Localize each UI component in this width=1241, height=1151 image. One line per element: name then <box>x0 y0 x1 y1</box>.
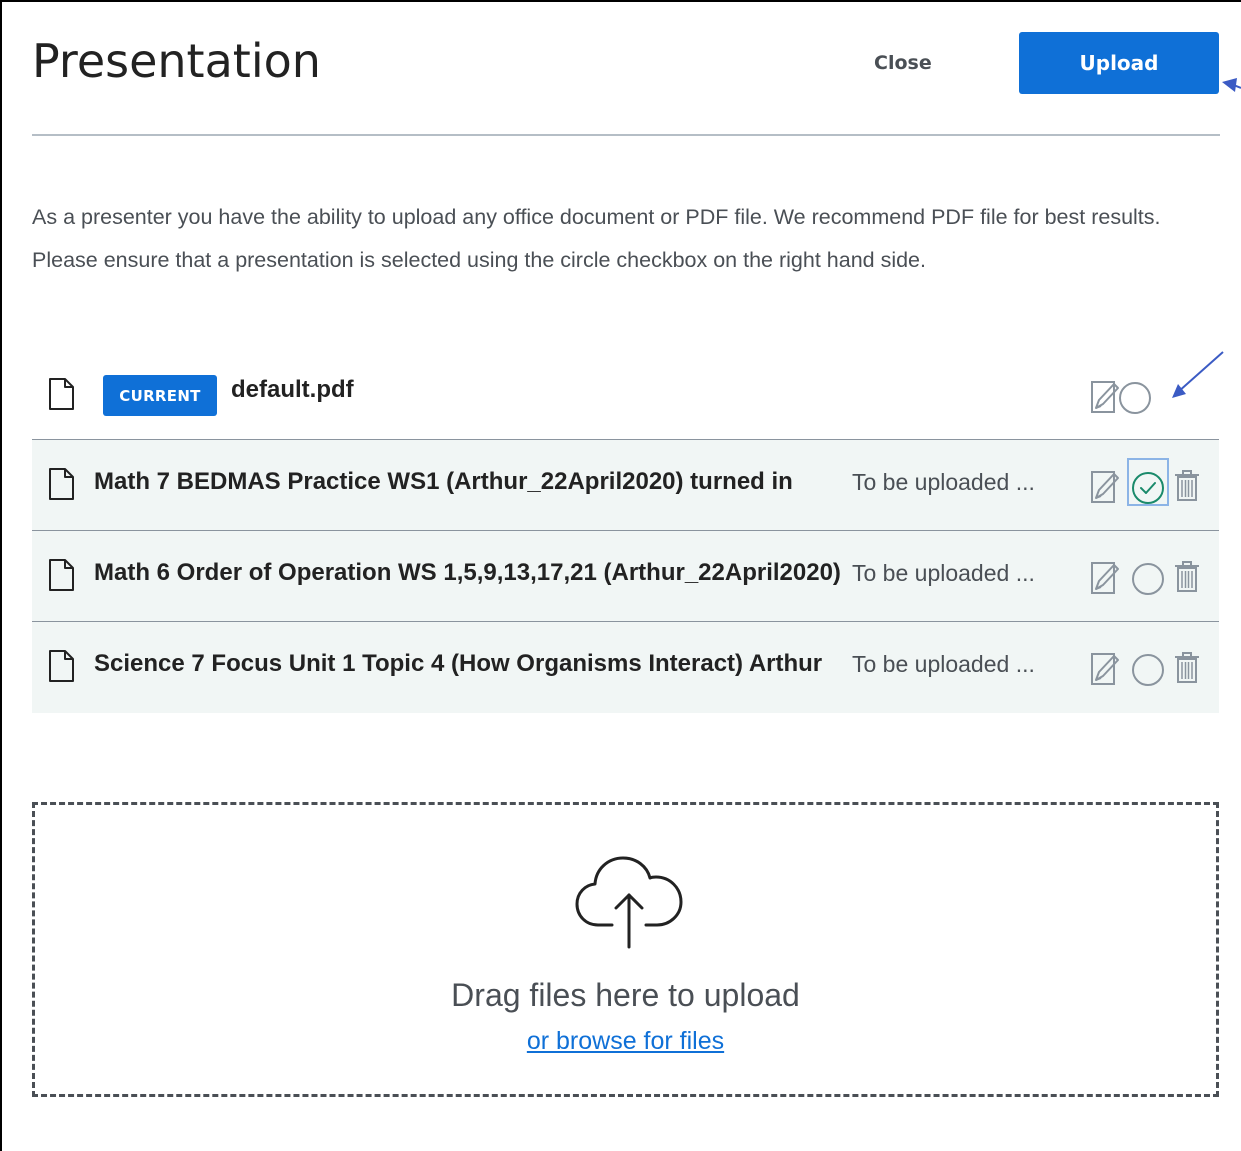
file-icon <box>49 378 74 410</box>
file-name: Math 6 Order of Operation WS 1,5,9,13,17… <box>94 559 841 586</box>
upload-status: To be uploaded ... <box>852 651 1035 677</box>
file-icon <box>49 559 74 591</box>
file-row-pending: Math 7 BEDMAS Practice WS1 (Arthur_22Apr… <box>32 440 1219 531</box>
file-dropzone[interactable]: Drag files here to upload or browse for … <box>32 802 1219 1097</box>
edit-icon[interactable] <box>1090 652 1120 686</box>
file-row-current: CURRENT default.pdf <box>32 350 1219 440</box>
upload-button[interactable]: Upload <box>1019 32 1219 94</box>
file-list: CURRENT default.pdf Math 7 BEDMAS Practi… <box>32 350 1219 713</box>
circle-checkbox-icon[interactable] <box>1118 381 1152 415</box>
circle-checkbox-icon[interactable] <box>1131 653 1165 687</box>
trash-icon[interactable] <box>1172 650 1202 684</box>
cloud-upload-icon <box>575 856 683 949</box>
circle-checkbox-checked-icon[interactable] <box>1131 471 1165 505</box>
close-button[interactable]: Close <box>874 52 932 74</box>
upload-status: To be uploaded ... <box>852 469 1035 495</box>
page-title: Presentation <box>32 34 321 88</box>
file-name: Science 7 Focus Unit 1 Topic 4 (How Orga… <box>94 650 823 677</box>
file-name: default.pdf <box>231 376 354 403</box>
upload-description: As a presenter you have the ability to u… <box>32 205 1161 272</box>
upload-status: To be uploaded ... <box>852 560 1035 586</box>
trash-icon[interactable] <box>1172 559 1202 593</box>
file-icon <box>49 468 74 500</box>
file-row-pending: Math 6 Order of Operation WS 1,5,9,13,17… <box>32 531 1219 622</box>
edit-icon[interactable] <box>1090 470 1120 504</box>
browse-files-link[interactable]: or browse for files <box>527 1027 724 1055</box>
edit-icon[interactable] <box>1090 561 1120 595</box>
modal-header: Presentation Close Upload <box>32 28 1220 136</box>
current-badge: CURRENT <box>103 375 217 416</box>
file-name: Math 7 BEDMAS Practice WS1 (Arthur_22Apr… <box>94 468 793 495</box>
drag-files-label: Drag files here to upload <box>451 977 800 1013</box>
edit-icon[interactable] <box>1090 380 1120 414</box>
trash-icon[interactable] <box>1172 468 1202 502</box>
file-row-pending: Science 7 Focus Unit 1 Topic 4 (How Orga… <box>32 622 1219 713</box>
circle-checkbox-icon[interactable] <box>1131 562 1165 596</box>
file-icon <box>49 650 74 682</box>
